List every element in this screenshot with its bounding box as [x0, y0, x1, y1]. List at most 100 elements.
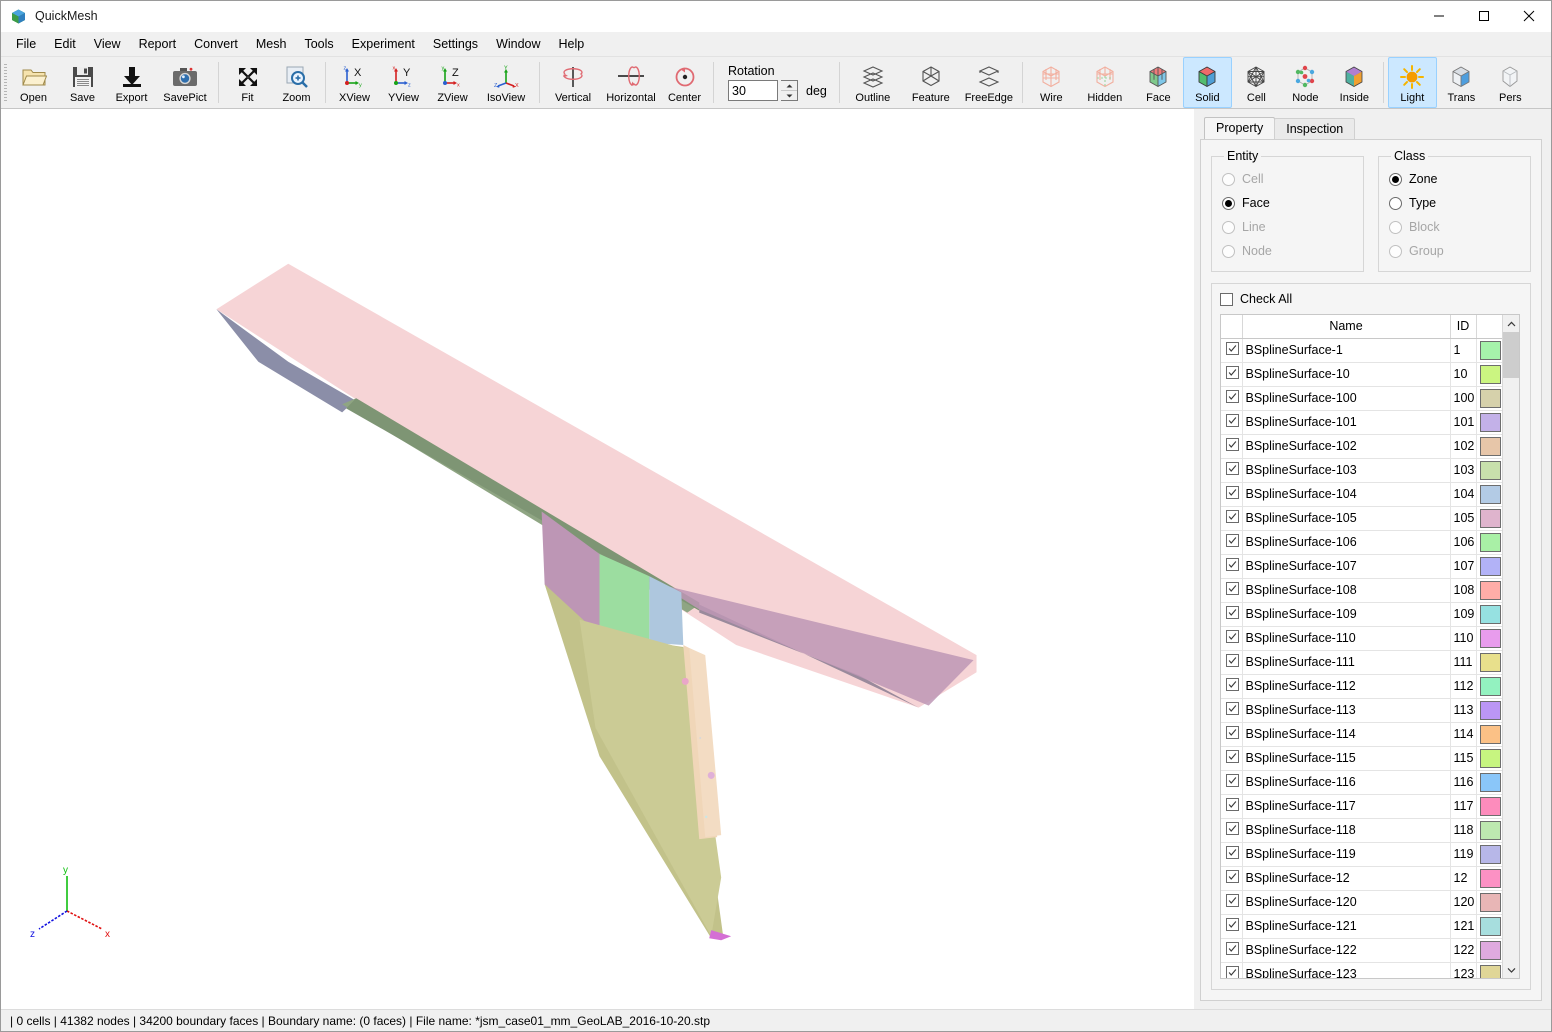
row-id[interactable]: 118	[1450, 818, 1477, 843]
table-row[interactable]: BSplineSurface-112 112	[1221, 674, 1502, 699]
color-swatch[interactable]	[1480, 700, 1502, 720]
row-color-swatch[interactable]	[1476, 722, 1502, 747]
chevron-down-icon[interactable]	[1503, 961, 1519, 978]
row-name[interactable]: BSplineSurface-113	[1242, 698, 1451, 723]
color-swatch[interactable]	[1480, 460, 1502, 480]
row-checkbox[interactable]	[1221, 770, 1243, 795]
xview-button[interactable]: X z y XView	[330, 57, 379, 108]
table-scrollbar[interactable]	[1502, 315, 1519, 978]
menu-mesh[interactable]: Mesh	[247, 34, 296, 54]
checkbox-icon[interactable]	[1226, 870, 1240, 883]
row-name[interactable]: BSplineSurface-102	[1242, 434, 1451, 459]
class-option-type[interactable]: Type	[1389, 191, 1524, 215]
row-color-swatch[interactable]	[1476, 938, 1502, 963]
table-row[interactable]: BSplineSurface-1 1	[1221, 338, 1502, 363]
row-id[interactable]: 10	[1450, 362, 1477, 387]
table-row[interactable]: BSplineSurface-108 108	[1221, 578, 1502, 603]
row-color-swatch[interactable]	[1476, 794, 1502, 819]
close-button[interactable]	[1506, 0, 1551, 32]
checkbox-icon[interactable]	[1226, 510, 1240, 523]
table-row[interactable]: BSplineSurface-12 12	[1221, 866, 1502, 891]
checkbox-icon[interactable]	[1226, 846, 1240, 859]
row-checkbox[interactable]	[1221, 722, 1243, 747]
row-id[interactable]: 115	[1450, 746, 1477, 771]
row-id[interactable]: 101	[1450, 410, 1477, 435]
table-row[interactable]: BSplineSurface-105 105	[1221, 506, 1502, 531]
table-row[interactable]: BSplineSurface-117 117	[1221, 794, 1502, 819]
row-color-swatch[interactable]	[1476, 362, 1502, 387]
row-name[interactable]: BSplineSurface-105	[1242, 506, 1451, 531]
checkbox-icon[interactable]	[1226, 678, 1240, 691]
row-color-swatch[interactable]	[1476, 458, 1502, 483]
table-row[interactable]: BSplineSurface-10 10	[1221, 362, 1502, 387]
row-checkbox[interactable]	[1221, 482, 1243, 507]
solid-button[interactable]: Solid	[1182, 57, 1232, 108]
row-checkbox[interactable]	[1221, 842, 1243, 867]
radio-block-icon[interactable]	[1389, 220, 1402, 234]
checkbox-icon[interactable]	[1226, 486, 1240, 499]
row-color-swatch[interactable]	[1476, 818, 1502, 843]
col-id[interactable]: ID	[1450, 315, 1477, 339]
row-checkbox[interactable]	[1221, 890, 1243, 915]
spinner-down-icon[interactable]	[781, 91, 797, 100]
row-checkbox[interactable]	[1221, 362, 1243, 387]
row-color-swatch[interactable]	[1476, 434, 1502, 459]
row-name[interactable]: BSplineSurface-111	[1242, 650, 1451, 675]
checkbox-icon[interactable]	[1226, 414, 1240, 427]
freeedge-button[interactable]: FreeEdge	[960, 57, 1018, 108]
row-id[interactable]: 100	[1450, 386, 1477, 411]
radio-face-icon[interactable]	[1222, 196, 1235, 210]
menu-view[interactable]: View	[85, 34, 130, 54]
checkbox-icon[interactable]	[1226, 918, 1240, 931]
center-rotate-button[interactable]: Center	[660, 57, 709, 108]
row-color-swatch[interactable]	[1476, 674, 1502, 699]
row-id[interactable]: 123	[1450, 962, 1477, 978]
color-swatch[interactable]	[1480, 820, 1502, 840]
pers-button[interactable]: Pers	[1486, 57, 1535, 108]
zview-button[interactable]: Z y x ZView	[428, 57, 477, 108]
checkbox-icon[interactable]	[1226, 582, 1240, 595]
table-row[interactable]: BSplineSurface-107 107	[1221, 554, 1502, 579]
tab-property[interactable]: Property	[1204, 117, 1276, 139]
horizontal-rotate-button[interactable]: Horizontal	[602, 57, 660, 108]
checkbox-icon[interactable]	[1226, 630, 1240, 643]
row-id[interactable]: 121	[1450, 914, 1477, 939]
save-button[interactable]: Save	[58, 57, 107, 108]
row-name[interactable]: BSplineSurface-107	[1242, 554, 1451, 579]
row-checkbox[interactable]	[1221, 794, 1243, 819]
row-checkbox[interactable]	[1221, 554, 1243, 579]
row-color-swatch[interactable]	[1476, 386, 1502, 411]
row-id[interactable]: 108	[1450, 578, 1477, 603]
face-button[interactable]: Face	[1134, 57, 1183, 108]
color-swatch[interactable]	[1480, 676, 1502, 696]
checkbox-icon[interactable]	[1226, 390, 1240, 403]
radio-group-icon[interactable]	[1389, 244, 1402, 258]
fit-button[interactable]: Fit	[223, 57, 272, 108]
row-id[interactable]: 1	[1450, 338, 1477, 363]
entity-option-node[interactable]: Node	[1222, 239, 1357, 263]
row-id[interactable]: 112	[1450, 674, 1477, 699]
row-color-swatch[interactable]	[1476, 602, 1502, 627]
row-name[interactable]: BSplineSurface-10	[1242, 362, 1451, 387]
export-button[interactable]: Export	[107, 57, 156, 108]
row-name[interactable]: BSplineSurface-117	[1242, 794, 1451, 819]
checkbox-icon[interactable]	[1226, 462, 1240, 475]
row-checkbox[interactable]	[1221, 602, 1243, 627]
color-swatch[interactable]	[1480, 484, 1502, 504]
col-color[interactable]	[1476, 315, 1502, 339]
row-checkbox[interactable]	[1221, 962, 1243, 978]
table-row[interactable]: BSplineSurface-118 118	[1221, 818, 1502, 843]
savepict-button[interactable]: SavePict	[156, 57, 214, 108]
row-color-swatch[interactable]	[1476, 770, 1502, 795]
row-checkbox[interactable]	[1221, 530, 1243, 555]
row-name[interactable]: BSplineSurface-109	[1242, 602, 1451, 627]
row-checkbox[interactable]	[1221, 410, 1243, 435]
rotation-spinner[interactable]	[781, 80, 798, 101]
table-row[interactable]: BSplineSurface-109 109	[1221, 602, 1502, 627]
3d-viewport[interactable]: y x z	[1, 109, 1194, 1009]
radio-node-icon[interactable]	[1222, 244, 1235, 258]
color-swatch[interactable]	[1480, 916, 1502, 936]
color-swatch[interactable]	[1480, 724, 1502, 744]
checkbox-icon[interactable]	[1226, 438, 1240, 451]
table-row[interactable]: BSplineSurface-110 110	[1221, 626, 1502, 651]
